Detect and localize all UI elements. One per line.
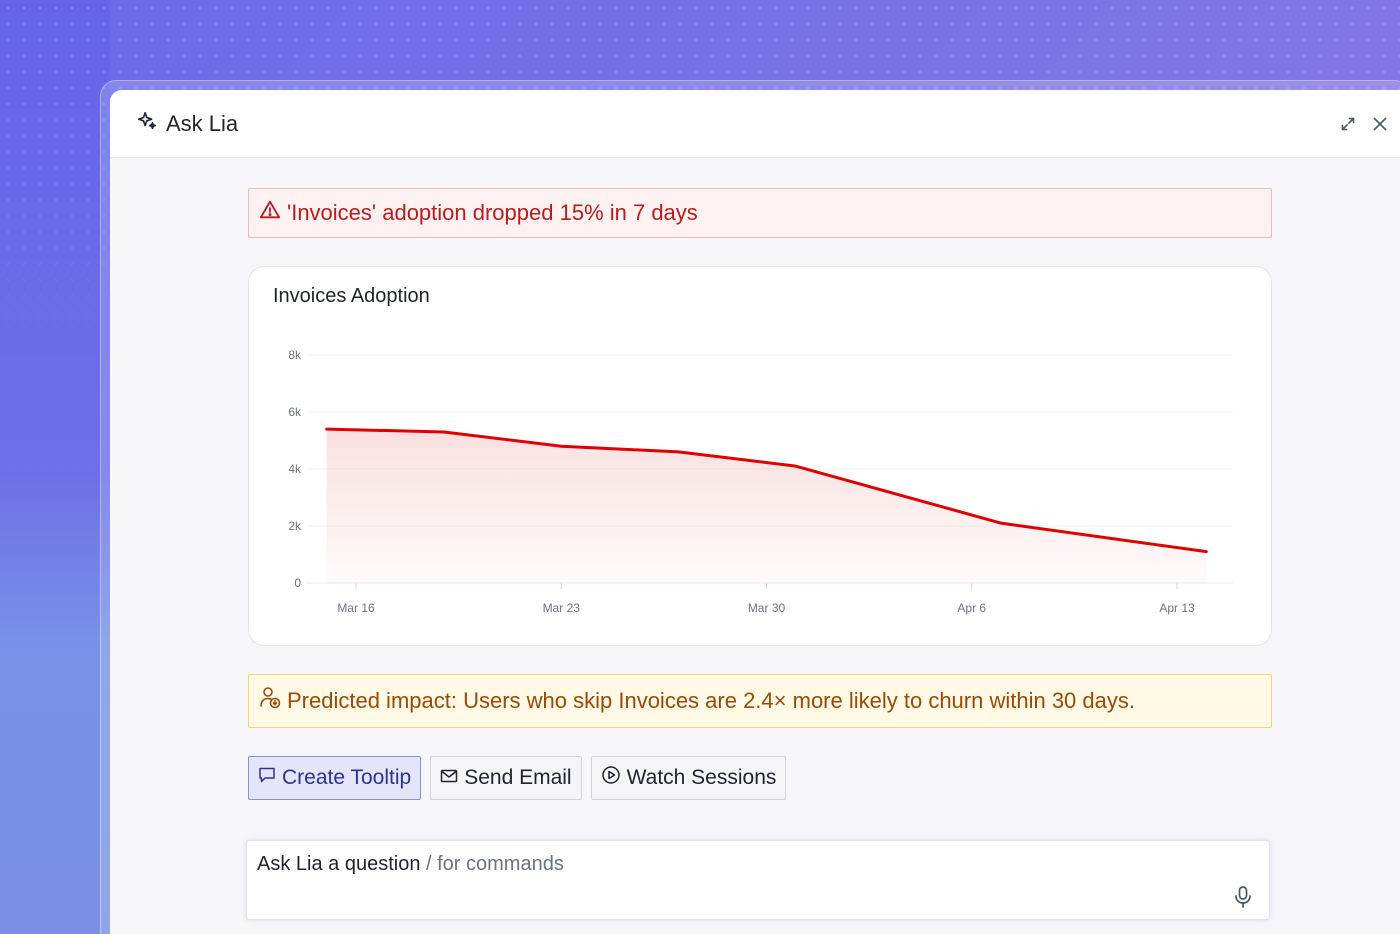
impact-text: Predicted impact: Users who skip Invoice… — [287, 688, 1135, 713]
mail-icon — [440, 766, 458, 790]
ask-placeholder: Ask Lia a question — [257, 853, 421, 875]
send-email-button[interactable]: Send Email — [430, 756, 582, 800]
ask-command-hint: / for commands — [426, 853, 564, 875]
chart-card: Invoices Adoption 0 2k 4k 6k 8k Mar 16 Mar 23 M… — [248, 266, 1272, 646]
y-tick-label: 4k — [288, 462, 302, 476]
y-tick-label: 0 — [294, 576, 301, 590]
ask-lia-box: Ask Lia a question / for commands — [246, 840, 1270, 920]
sparkle-icon — [136, 110, 158, 137]
adoption-drop-alert: 'Invoices' adoption dropped 15% in 7 day… — [248, 188, 1272, 238]
expand-icon[interactable] — [1338, 112, 1358, 136]
x-tick-label: Mar 30 — [748, 601, 786, 615]
window-titlebar: Ask Lia — [110, 90, 1400, 158]
warning-icon — [259, 199, 281, 227]
y-tick-label: 2k — [288, 519, 302, 533]
x-tick-label: Apr 13 — [1159, 601, 1195, 615]
close-icon[interactable] — [1370, 112, 1390, 136]
create-tooltip-button[interactable]: Create Tooltip — [248, 756, 422, 800]
comment-icon — [258, 766, 276, 790]
x-tick-label: Mar 23 — [543, 601, 581, 615]
invoices-adoption-chart: 0 2k 4k 6k 8k Mar 16 Mar 23 Mar 30 Apr 6 Apr 13 — [288, 348, 1233, 615]
watch-sessions-label: Watch Sessions — [626, 766, 777, 789]
watch-sessions-button[interactable]: Watch Sessions — [590, 756, 787, 800]
y-tick-label: 6k — [288, 405, 302, 419]
play-circle-icon — [601, 765, 621, 791]
x-tick-label: Mar 16 — [337, 601, 375, 615]
send-email-label: Send Email — [464, 766, 572, 789]
predicted-impact-banner: Predicted impact: Users who skip Invoice… — [248, 674, 1272, 728]
y-tick-label: 8k — [288, 348, 302, 362]
x-tick-label: Apr 6 — [957, 601, 986, 615]
window-title: Ask Lia — [166, 110, 239, 136]
microphone-icon[interactable] — [1233, 885, 1253, 909]
user-churn-icon — [259, 686, 281, 716]
ask-input[interactable]: Ask Lia a question / for commands — [257, 853, 564, 876]
ask-lia-window: Ask Lia 'Invoices' adoption dropped 15% … — [110, 90, 1400, 934]
series-area — [326, 429, 1207, 583]
create-tooltip-label: Create Tooltip — [282, 766, 412, 789]
alert-text: 'Invoices' adoption dropped 15% in 7 day… — [287, 200, 698, 225]
action-buttons: Create Tooltip Send Email Watch Sessions — [248, 756, 787, 800]
